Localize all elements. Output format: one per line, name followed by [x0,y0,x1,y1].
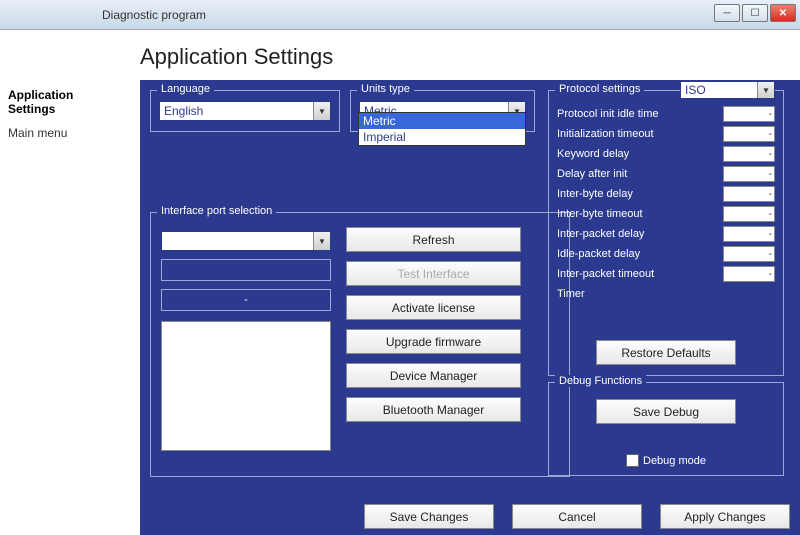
activate-license-button[interactable]: Activate license [346,295,521,320]
debug-fieldset: Debug Functions Save Debug Debug mode [548,382,784,476]
protocol-select[interactable]: ISO ▼ [680,81,775,99]
protocol-value: ISO [685,83,706,97]
proto-idle-packet-delay-input[interactable] [723,246,775,262]
port-status-box [161,259,331,281]
units-legend: Units type [357,83,414,95]
proto-label: Timer [557,288,775,300]
proto-label: Inter-byte delay [557,188,723,200]
device-manager-button[interactable]: Device Manager [346,363,521,388]
titlebar: Diagnostic program ─ ☐ ✕ [0,0,800,30]
save-changes-button[interactable]: Save Changes [364,504,494,529]
language-fieldset: Language English ▼ [150,90,340,132]
cancel-button[interactable]: Cancel [512,504,642,529]
port-legend: Interface port selection [157,205,276,217]
protocol-fieldset: Protocol settings ISO ▼ Protocol init id… [548,90,784,376]
debug-legend: Debug Functions [555,375,646,387]
apply-changes-button[interactable]: Apply Changes [660,504,790,529]
maximize-button[interactable]: ☐ [742,4,768,22]
debug-mode-label: Debug mode [643,455,706,467]
proto-delay-after-init-input[interactable] [723,166,775,182]
restore-defaults-button[interactable]: Restore Defaults [596,340,736,365]
debug-mode-checkbox[interactable] [626,454,639,467]
units-dropdown: Metric Imperial [358,112,526,146]
sidebar: ApplicationSettings Main menu [0,80,140,535]
proto-label: Inter-byte timeout [557,208,723,220]
window-title: Diagnostic program [102,8,206,22]
save-debug-button[interactable]: Save Debug [596,399,736,424]
port-dash-box: - [161,289,331,311]
proto-idle-time-input[interactable] [723,106,775,122]
proto-label: Idle-packet delay [557,248,723,260]
port-select[interactable]: ▼ [161,231,331,251]
proto-interbyte-delay-input[interactable] [723,186,775,202]
port-list[interactable] [161,321,331,451]
proto-label: Inter-packet timeout [557,268,723,280]
footer-buttons: Save Changes Cancel Apply Changes [364,504,790,529]
bluetooth-manager-button[interactable]: Bluetooth Manager [346,397,521,422]
upgrade-firmware-button[interactable]: Upgrade firmware [346,329,521,354]
nav-application-settings[interactable]: ApplicationSettings [8,86,132,118]
main-panel: Language English ▼ Units type Metric ▼ M… [140,80,800,535]
units-option-imperial[interactable]: Imperial [359,129,525,145]
proto-interpacket-timeout-input[interactable] [723,266,775,282]
close-button[interactable]: ✕ [770,4,796,22]
units-option-metric[interactable]: Metric [359,113,525,129]
minimize-button[interactable]: ─ [714,4,740,22]
proto-label: Protocol init idle time [557,108,723,120]
proto-interbyte-timeout-input[interactable] [723,206,775,222]
page-title: Application Settings [140,44,800,70]
proto-keyword-delay-input[interactable] [723,146,775,162]
proto-label: Inter-packet delay [557,228,723,240]
language-value: English [164,104,203,118]
proto-label: Initialization timeout [557,128,723,140]
proto-init-timeout-input[interactable] [723,126,775,142]
header: Application Settings [0,30,800,80]
language-select[interactable]: English ▼ [159,101,331,121]
proto-label: Delay after init [557,168,723,180]
refresh-button[interactable]: Refresh [346,227,521,252]
chevron-down-icon: ▼ [313,102,330,120]
interface-port-fieldset: Interface port selection ▼ - Refresh Tes… [150,212,570,477]
nav-main-menu[interactable]: Main menu [8,124,132,142]
proto-interpacket-delay-input[interactable] [723,226,775,242]
chevron-down-icon: ▼ [757,82,774,98]
language-legend: Language [157,83,214,95]
test-interface-button[interactable]: Test Interface [346,261,521,286]
proto-label: Keyword delay [557,148,723,160]
chevron-down-icon: ▼ [313,232,330,250]
protocol-legend: Protocol settings [555,83,644,95]
window-controls: ─ ☐ ✕ [714,4,796,22]
